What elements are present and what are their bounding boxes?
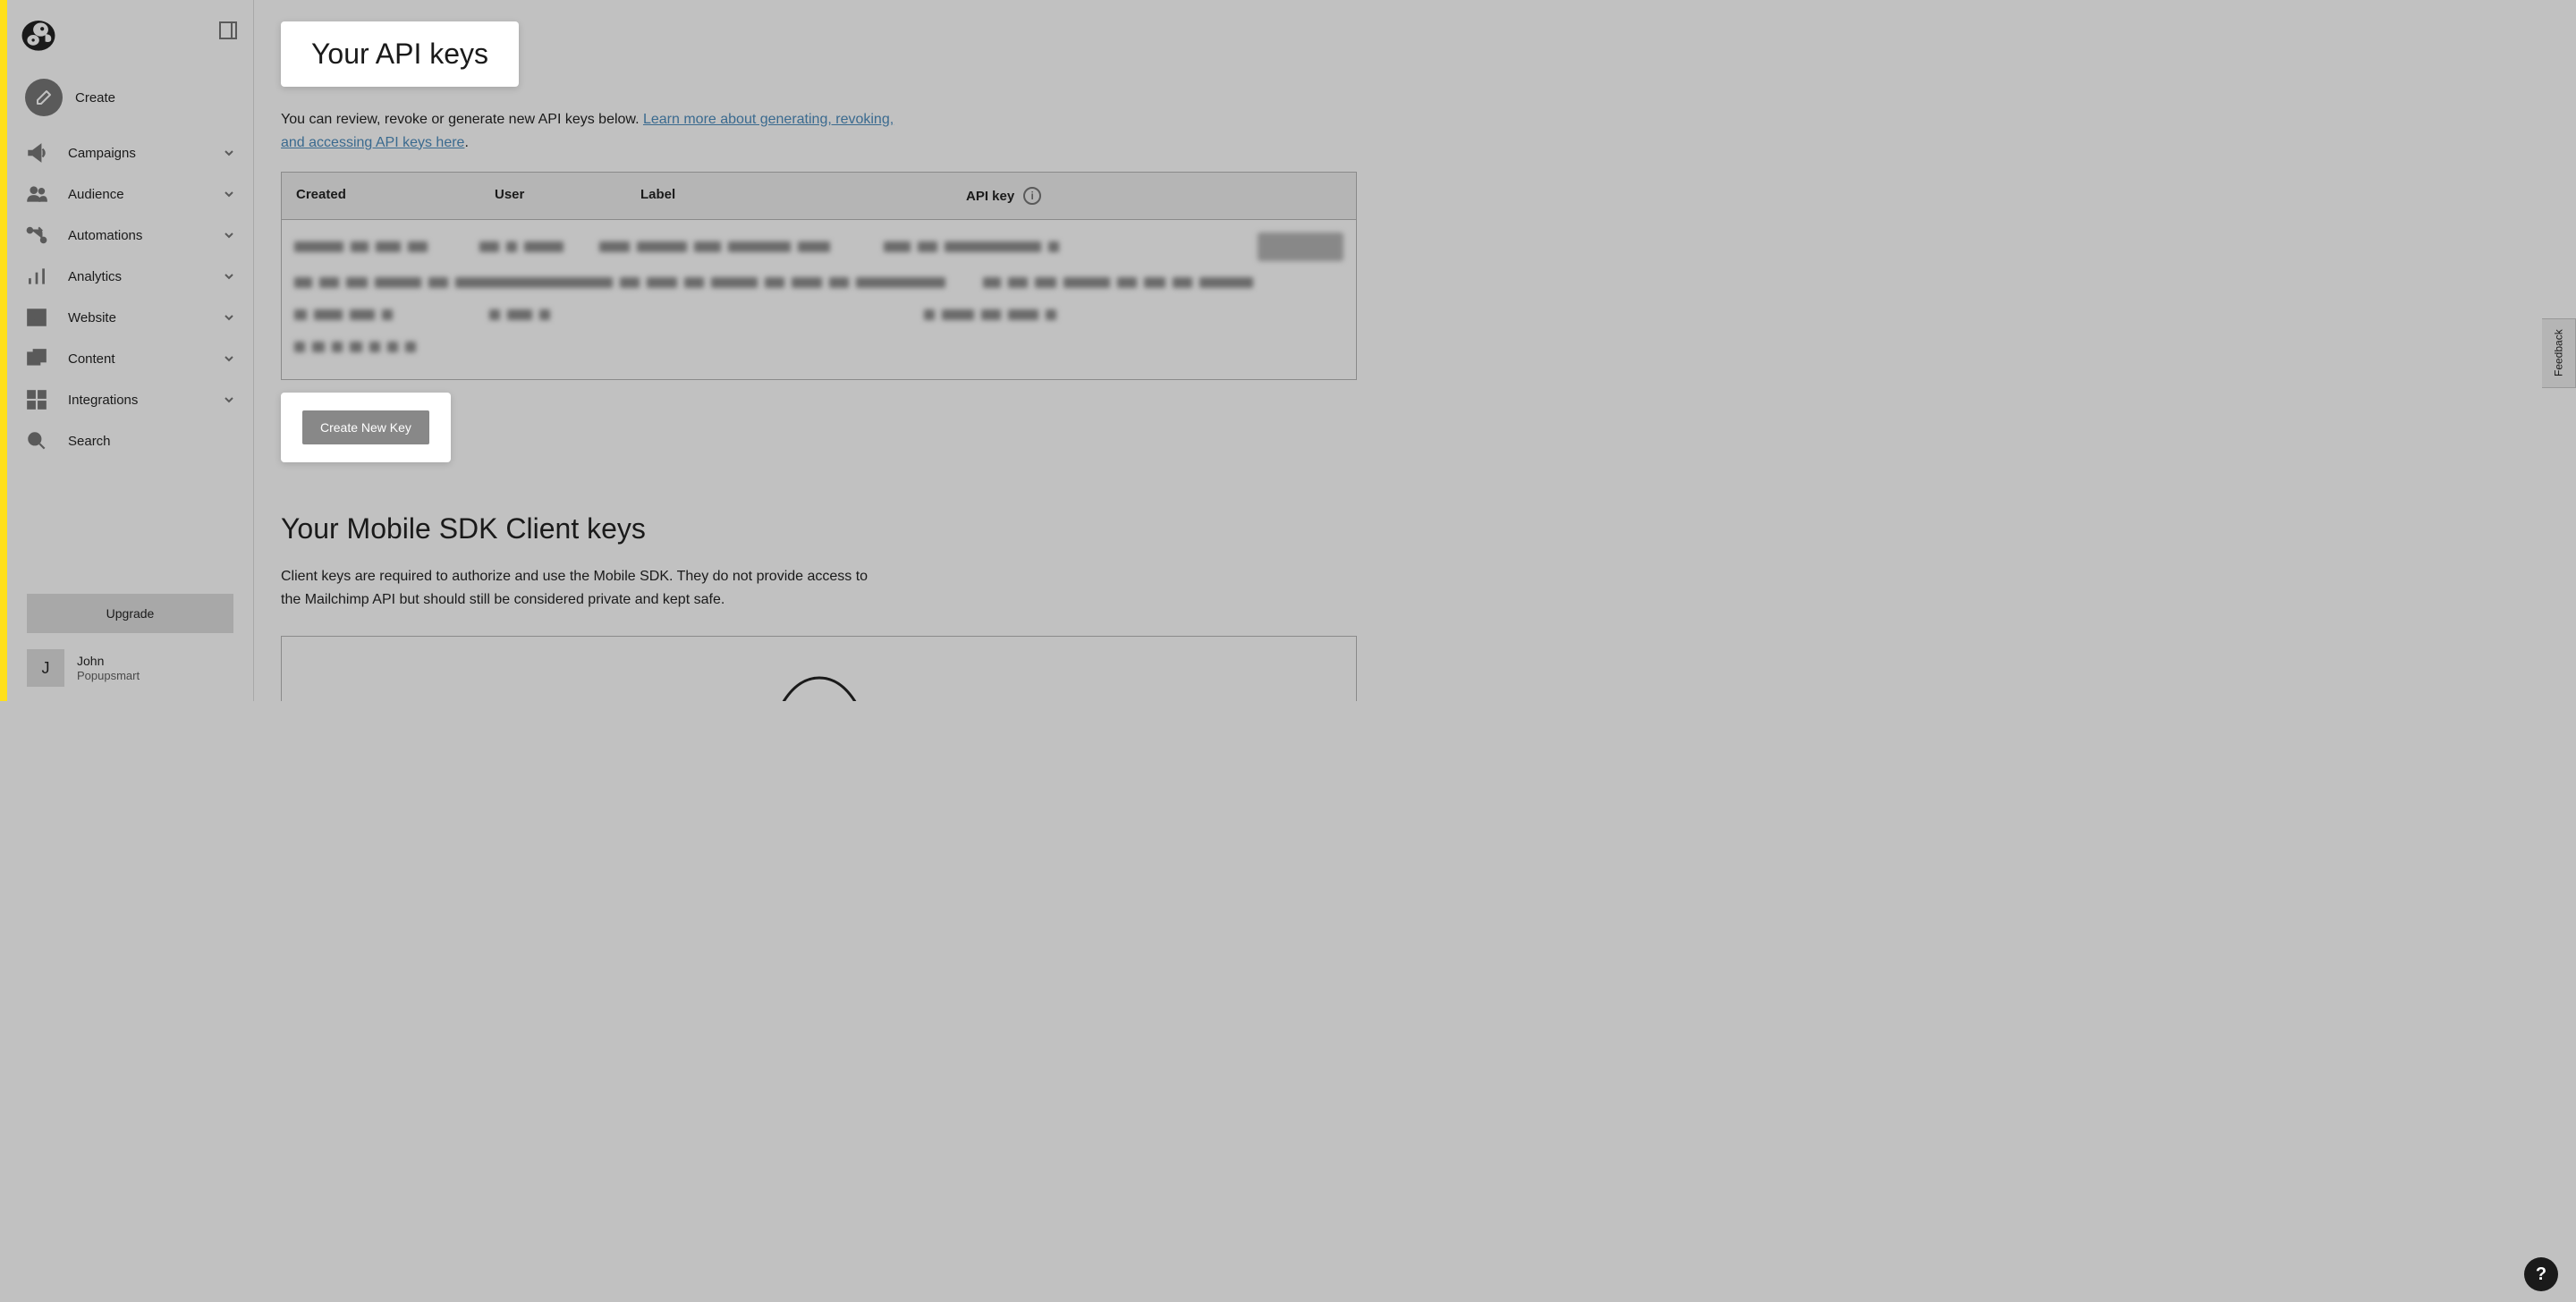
chevron-down-icon: [223, 147, 235, 159]
nav: Create Campaigns Audience Automations: [7, 64, 253, 581]
sidebar-item-integrations[interactable]: Integrations: [7, 379, 253, 420]
info-icon[interactable]: i: [1023, 187, 1041, 205]
sidebar: Create Campaigns Audience Automations: [7, 0, 254, 701]
sidebar-item-analytics[interactable]: Analytics: [7, 256, 253, 297]
sidebar-item-search[interactable]: Search: [7, 420, 253, 461]
avatar: J: [27, 649, 64, 687]
chart-icon: [25, 265, 48, 288]
col-label: Label: [626, 173, 952, 219]
col-apikey: API key i: [952, 173, 1356, 219]
chevron-down-icon: [223, 311, 235, 324]
chevron-down-icon: [223, 270, 235, 283]
sdk-empty-state: [281, 636, 1357, 701]
api-description: You can review, revoke or generate new A…: [281, 108, 907, 154]
chevron-down-icon: [223, 229, 235, 241]
sdk-section-title: Your Mobile SDK Client keys: [281, 512, 1361, 545]
nav-label: Automations: [68, 228, 223, 243]
col-created: Created: [282, 173, 480, 219]
table-header: Created User Label API key i: [282, 173, 1356, 220]
sidebar-item-automations[interactable]: Automations: [7, 215, 253, 256]
nav-label: Integrations: [68, 393, 223, 408]
user-org: Popupsmart: [77, 669, 140, 682]
website-icon: [25, 306, 48, 329]
sidebar-item-campaigns[interactable]: Campaigns: [7, 132, 253, 173]
sidebar-item-content[interactable]: Content: [7, 338, 253, 379]
sidebar-item-audience[interactable]: Audience: [7, 173, 253, 215]
nav-label: Website: [68, 310, 223, 326]
egg-illustration: [752, 669, 886, 701]
content-icon: [25, 347, 48, 370]
sidebar-item-create[interactable]: Create: [7, 70, 253, 125]
chevron-down-icon: [223, 188, 235, 200]
nav-label: Audience: [68, 187, 223, 202]
mailchimp-logo[interactable]: [20, 16, 57, 54]
sidebar-item-website[interactable]: Website: [7, 297, 253, 338]
row-action-button[interactable]: [1258, 232, 1343, 261]
upgrade-button[interactable]: Upgrade: [27, 594, 233, 633]
col-user: User: [480, 173, 626, 219]
description-text: You can review, revoke or generate new A…: [281, 112, 643, 127]
nav-label: Create: [75, 90, 235, 106]
search-icon: [25, 429, 48, 452]
user-name: John: [77, 654, 140, 669]
nav-label: Campaigns: [68, 146, 223, 161]
megaphone-icon: [25, 141, 48, 165]
create-new-key-button[interactable]: Create New Key: [302, 410, 429, 444]
feedback-button[interactable]: Feedback: [2542, 318, 2576, 388]
nav-label: Content: [68, 351, 223, 367]
flow-icon: [25, 224, 48, 247]
api-keys-table: Created User Label API key i: [281, 172, 1357, 380]
page-title: Your API keys: [281, 21, 519, 87]
accent-strip: [0, 0, 7, 701]
col-apikey-label: API key: [966, 189, 1014, 204]
grid-icon: [25, 388, 48, 411]
help-button[interactable]: ?: [2524, 1257, 2558, 1291]
user-profile[interactable]: J John Popupsmart: [27, 649, 233, 687]
table-body-redacted: [282, 220, 1356, 379]
sdk-description: Client keys are required to authorize an…: [281, 565, 889, 611]
chevron-down-icon: [223, 352, 235, 365]
nav-label: Analytics: [68, 269, 223, 284]
chevron-down-icon: [223, 393, 235, 406]
description-end: .: [464, 135, 468, 150]
pencil-icon: [25, 79, 63, 116]
main-content: Your API keys You can review, revoke or …: [254, 0, 1388, 701]
people-icon: [25, 182, 48, 206]
sidebar-collapse-icon[interactable]: [219, 21, 237, 39]
nav-label: Search: [68, 434, 235, 449]
